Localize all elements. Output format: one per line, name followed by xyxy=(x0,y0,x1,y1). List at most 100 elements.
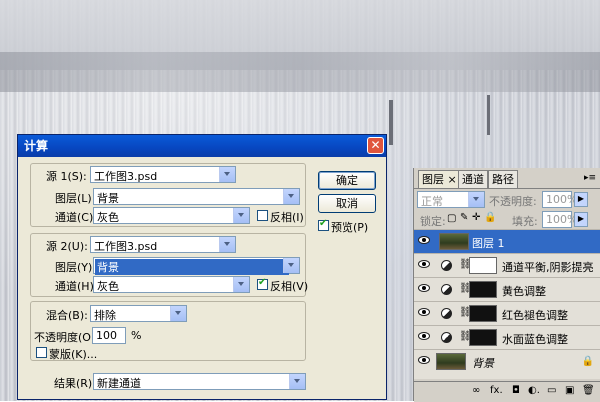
source2-channel-label: 通道(H): xyxy=(55,280,98,293)
source2-invert-label[interactable]: 反相(V) xyxy=(270,278,308,294)
lock-move-icon[interactable]: ✛ xyxy=(472,212,480,223)
layer-name: 黄色调整 xyxy=(502,285,546,298)
layers-panel: 图层 × 通道 路径 ▸≡ 正常 不透明度: 100% ▶ 锁定: ▢ ✎ ✛ … xyxy=(413,168,600,402)
layer-mask-thumbnail[interactable] xyxy=(469,257,497,274)
source2-layer-select[interactable]: 背景 xyxy=(93,257,300,275)
source2-file-value: 工作图3.psd xyxy=(94,240,158,253)
lock-icon: 🔒 xyxy=(581,356,594,367)
lock-transparency-icon[interactable]: ▢ xyxy=(447,213,456,224)
source2-invert-checkbox[interactable] xyxy=(257,277,268,290)
chevron-down-icon xyxy=(170,306,186,321)
preview-label[interactable]: 预览(P) xyxy=(331,219,368,235)
source1-layer-label: 图层(L): xyxy=(55,192,96,205)
fill-arrow-icon[interactable]: ▶ xyxy=(574,212,588,227)
layer-name: 通道平衡,阴影提亮 xyxy=(502,261,594,274)
opacity-label: 不透明度(O): xyxy=(34,331,99,344)
chevron-down-icon xyxy=(233,208,249,223)
lamp-post xyxy=(487,95,490,135)
panel-menu-icon[interactable]: ▸≡ xyxy=(584,173,596,183)
adjustment-icon xyxy=(441,308,452,319)
dialog-title: 计算 xyxy=(24,139,49,153)
cancel-button[interactable]: 取消 xyxy=(318,194,376,213)
panel-tabs: 图层 × 通道 路径 ▸≡ xyxy=(414,168,600,189)
source2-file-select[interactable]: 工作图3.psd xyxy=(90,236,236,253)
source1-invert-label[interactable]: 反相(I) xyxy=(270,209,304,225)
layer-name: 图层 1 xyxy=(472,237,505,250)
source1-file-select[interactable]: 工作图3.psd xyxy=(90,166,236,183)
adjustment-icon xyxy=(441,260,452,271)
source1-channel-select[interactable]: 灰色 xyxy=(93,207,250,224)
adjustment-icon xyxy=(441,284,452,295)
blend-mode-label: 混合(B): xyxy=(46,309,88,322)
lock-label: 锁定: xyxy=(420,215,446,228)
source2-layer-label: 图层(Y): xyxy=(55,261,97,274)
lock-fill-row: 锁定: ▢ ✎ ✛ 🔒 填充: 100% ▶ xyxy=(414,209,600,229)
result-select[interactable]: 新建通道 xyxy=(93,373,306,390)
source1-label: 源 1(S): xyxy=(46,170,87,183)
tab-channels[interactable]: 通道 xyxy=(458,170,488,188)
source1-file-value: 工作图3.psd xyxy=(94,170,158,183)
layer-opacity-input[interactable]: 100% xyxy=(542,191,577,208)
layer-name: 背景 xyxy=(472,357,494,370)
layer-style-icon[interactable]: fx. xyxy=(490,385,503,396)
fill-input[interactable]: 100% xyxy=(542,211,577,228)
eye-icon[interactable] xyxy=(418,236,430,244)
link-layers-icon[interactable]: ∞ xyxy=(472,385,480,396)
preview-checkbox[interactable] xyxy=(318,218,329,231)
eye-icon[interactable] xyxy=(418,356,430,364)
layer-row[interactable]: ⛓ 水面蓝色调整 xyxy=(414,325,600,349)
eye-icon[interactable] xyxy=(418,332,430,340)
trash-icon[interactable]: 🗑 xyxy=(582,385,595,396)
opacity-arrow-icon[interactable]: ▶ xyxy=(574,192,588,207)
new-group-icon[interactable]: ▭ xyxy=(547,385,556,396)
layer-row[interactable]: ⛓ 黄色调整 xyxy=(414,277,600,301)
lamp-post xyxy=(389,100,393,145)
layer-row[interactable]: 图层 1 xyxy=(414,229,600,253)
blend-opacity-row: 正常 不透明度: 100% ▶ xyxy=(414,189,600,209)
layer-mask-thumbnail[interactable] xyxy=(469,305,497,322)
close-button[interactable]: ✕ xyxy=(367,137,384,154)
source1-channel-value: 灰色 xyxy=(97,211,119,224)
layer-row[interactable]: 背景 🔒 xyxy=(414,349,600,379)
dialog-titlebar[interactable]: 计算 ✕ xyxy=(18,135,386,157)
fill-label: 填充: xyxy=(512,215,538,228)
tab-layers[interactable]: 图层 × xyxy=(418,170,461,188)
source1-layer-select[interactable]: 背景 xyxy=(93,188,300,205)
chevron-down-icon xyxy=(219,237,235,252)
blend-mode-select[interactable]: 排除 xyxy=(90,305,187,322)
ridge-area xyxy=(0,52,600,92)
layer-mask-thumbnail[interactable] xyxy=(469,329,497,346)
eye-icon[interactable] xyxy=(418,308,430,316)
layer-mask-thumbnail[interactable] xyxy=(469,281,497,298)
result-label: 结果(R): xyxy=(54,377,96,390)
eye-icon[interactable] xyxy=(418,260,430,268)
opacity-input[interactable]: 100 xyxy=(92,327,126,344)
mask-checkbox[interactable] xyxy=(36,347,47,358)
adjustment-layer-icon[interactable]: ◐. xyxy=(528,385,540,396)
layer-blend-select[interactable]: 正常 xyxy=(417,191,485,208)
tab-paths[interactable]: 路径 xyxy=(488,170,518,188)
source1-channel-label: 通道(C): xyxy=(55,211,97,224)
chevron-down-icon xyxy=(283,258,299,273)
add-mask-icon[interactable]: ◘ xyxy=(512,385,520,396)
eye-icon[interactable] xyxy=(418,284,430,292)
new-layer-icon[interactable]: ▣ xyxy=(565,385,574,396)
lock-all-icon[interactable]: 🔒 xyxy=(484,212,496,223)
layer-row[interactable]: ⛓ 通道平衡,阴影提亮 xyxy=(414,253,600,277)
layer-thumbnail xyxy=(439,233,469,250)
ok-button[interactable]: 确定 xyxy=(318,171,376,190)
layer-row[interactable]: ⛓ 红色褪色调整 xyxy=(414,301,600,325)
source1-invert-checkbox[interactable] xyxy=(257,210,268,221)
mask-label[interactable]: 蒙版(K)... xyxy=(49,346,97,362)
layer-name: 红色褪色调整 xyxy=(502,309,568,322)
source2-channel-select[interactable]: 灰色 xyxy=(93,276,250,293)
result-value: 新建通道 xyxy=(97,377,141,390)
lock-paint-icon[interactable]: ✎ xyxy=(460,212,468,223)
chevron-down-icon xyxy=(468,192,484,207)
layer-opacity-label: 不透明度: xyxy=(489,195,537,208)
panel-footer: ∞ fx. ◘ ◐. ▭ ▣ 🗑 xyxy=(414,381,600,402)
layer-blend-value: 正常 xyxy=(421,195,443,208)
layer-thumbnail xyxy=(436,353,466,370)
chevron-down-icon xyxy=(219,167,235,182)
percent-label: % xyxy=(131,329,142,342)
